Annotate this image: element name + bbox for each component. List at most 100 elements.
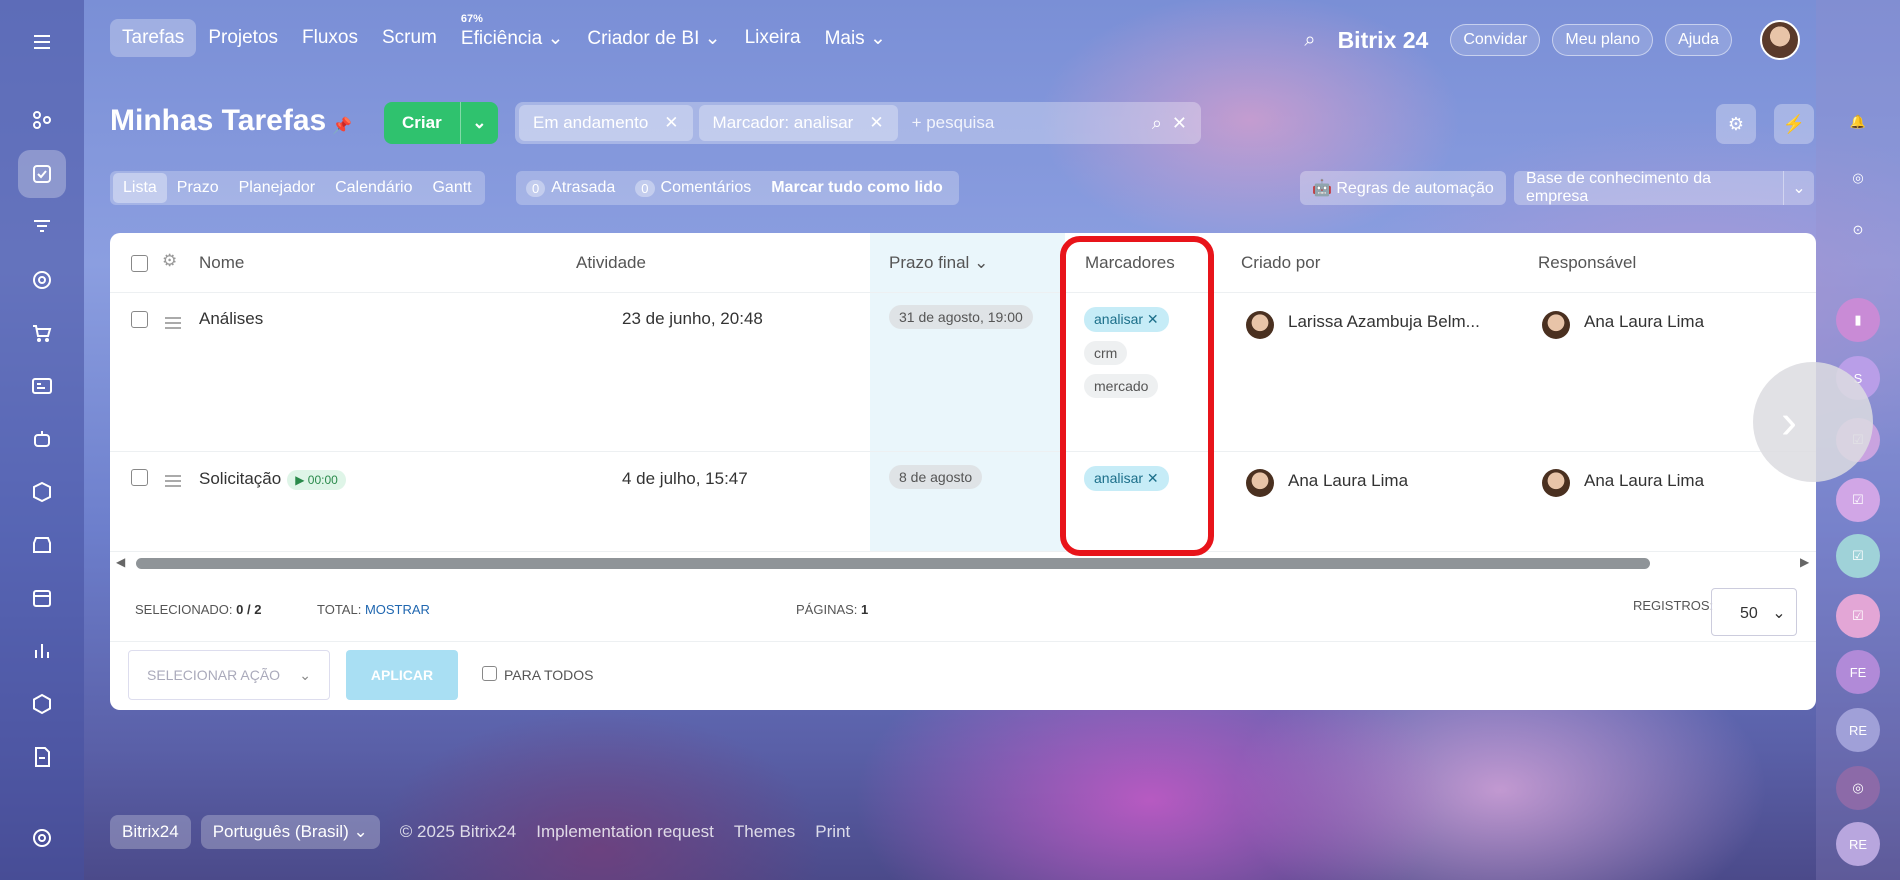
tab-efficiency[interactable]: 67% Eficiência ⌄ — [449, 13, 576, 58]
document-sign-icon[interactable] — [18, 733, 66, 781]
overdue-counter[interactable]: 0 Atrasada — [526, 179, 615, 197]
settings-icon[interactable] — [18, 814, 66, 862]
search-icon[interactable]: ⌕ — [1152, 113, 1162, 134]
creator-name[interactable]: Larissa Azambuja Belm... — [1288, 312, 1480, 332]
avatar[interactable] — [1542, 469, 1570, 497]
deadline-badge[interactable]: 31 de agosto, 19:00 — [889, 305, 1033, 329]
implementation-request-link[interactable]: Implementation request — [536, 822, 714, 842]
automation-rules-button[interactable]: 🤖 Regras de automação — [1300, 171, 1506, 205]
task-chat-icon[interactable]: ☑ — [1836, 534, 1880, 578]
my-plan-button[interactable]: Meu plano — [1552, 24, 1654, 56]
filter-search-bar[interactable]: Em andamento ✕ Marcador: analisar ✕ + pesq… — [515, 102, 1201, 144]
tab-gantt[interactable]: Gantt — [422, 173, 481, 203]
avatar-initials[interactable]: RE — [1836, 708, 1880, 752]
knowledge-base-button[interactable]: Base de conhecimento da empresa ⌄ — [1514, 170, 1814, 205]
cart-icon[interactable] — [18, 309, 66, 357]
box-icon[interactable] — [18, 468, 66, 516]
gear-icon[interactable]: ⚙ — [162, 251, 177, 271]
records-per-page-select[interactable]: 50 ⌄ — [1711, 588, 1797, 636]
timer-badge[interactable]: ▶ 00:00 — [287, 469, 346, 490]
tab-tasks[interactable]: Tarefas — [110, 19, 197, 57]
col-created-by[interactable]: Criado por — [1241, 253, 1320, 273]
hexagon-icon[interactable] — [18, 680, 66, 728]
tab-deadline[interactable]: Prazo — [167, 173, 229, 203]
bookmark-icon[interactable]: ▮ — [1836, 298, 1880, 342]
drag-handle-icon[interactable] — [165, 317, 181, 329]
tab-bi-builder[interactable]: Criador de BI ⌄ — [575, 19, 732, 58]
search-input[interactable]: + pesquisa — [912, 113, 1152, 133]
filter-chip[interactable]: Marcador: analisar ✕ — [698, 105, 898, 141]
row-checkbox[interactable] — [131, 469, 148, 486]
avatar-initials[interactable]: FE — [1836, 650, 1880, 694]
avatar[interactable] — [1542, 311, 1570, 339]
avatar[interactable] — [1246, 311, 1274, 339]
col-deadline[interactable]: Prazo final ⌄ — [889, 253, 988, 273]
tab-more[interactable]: Mais ⌄ — [813, 19, 898, 58]
col-responsible[interactable]: Responsável — [1538, 253, 1636, 273]
task-name[interactable]: Análises — [199, 309, 263, 329]
copilot-icon[interactable]: ◎ — [1836, 156, 1880, 200]
calendar-icon[interactable] — [18, 574, 66, 622]
mark-all-read-button[interactable]: Marcar tudo como lido — [771, 179, 943, 197]
invite-button[interactable]: Convidar — [1450, 24, 1541, 56]
apply-button[interactable]: APLICAR — [346, 650, 458, 700]
gear-icon[interactable]: ⚙ — [1716, 104, 1756, 144]
tab-planner[interactable]: Planejador — [229, 173, 326, 203]
feed-icon[interactable] — [18, 96, 66, 144]
task-name[interactable]: Solicitação ▶ 00:00 — [199, 469, 346, 490]
user-avatar[interactable] — [1760, 20, 1800, 60]
tab-scrum[interactable]: Scrum — [370, 19, 449, 57]
scroll-right-arrow[interactable]: › — [1753, 362, 1873, 482]
tab-flows[interactable]: Fluxos — [290, 19, 370, 57]
store-icon[interactable] — [18, 521, 66, 569]
help-button[interactable]: Ajuda — [1665, 24, 1732, 56]
deadline-badge[interactable]: 8 de agosto — [889, 465, 983, 489]
horizontal-scrollbar[interactable]: ◀ ▶ — [110, 552, 1816, 576]
chevron-down-icon[interactable]: ⌄ — [1784, 178, 1814, 198]
scrollbar-thumb[interactable] — [136, 558, 1650, 569]
close-icon[interactable]: ✕ — [1172, 113, 1187, 134]
responsible-name[interactable]: Ana Laura Lima — [1584, 471, 1704, 491]
scroll-left-icon[interactable]: ◀ — [116, 555, 125, 569]
language-select[interactable]: Português (Brasil) ⌄ — [200, 815, 380, 849]
tab-calendar[interactable]: Calendário — [325, 173, 422, 203]
tab-list[interactable]: Lista — [113, 173, 167, 203]
tab-trash[interactable]: Lixeira — [733, 19, 813, 57]
analytics-icon[interactable] — [18, 627, 66, 675]
chat-search-icon[interactable]: ⊙ — [1836, 208, 1880, 252]
col-activity[interactable]: Atividade — [576, 253, 646, 273]
task-chat-icon[interactable]: ☑ — [1836, 594, 1880, 638]
chevron-down-icon[interactable]: ⌄ — [461, 113, 498, 133]
filter-chip[interactable]: Em andamento ✕ — [519, 105, 693, 141]
robot-icon[interactable] — [18, 415, 66, 463]
pin-icon[interactable]: 📌 — [332, 116, 352, 136]
contact-card-icon[interactable] — [18, 362, 66, 410]
drag-handle-icon[interactable] — [165, 475, 181, 487]
row-checkbox[interactable] — [131, 311, 148, 328]
copilot-icon[interactable]: ◎ — [1836, 766, 1880, 810]
menu-icon[interactable] — [18, 18, 66, 66]
responsible-name[interactable]: Ana Laura Lima — [1584, 312, 1704, 332]
table-row[interactable]: Solicitação ▶ 00:00 4 de julho, 15:47 8 d… — [110, 452, 1816, 552]
search-icon[interactable]: ⌕ — [1304, 29, 1315, 52]
tasks-icon[interactable] — [18, 150, 66, 198]
comments-counter[interactable]: 0 Comentários — [635, 179, 751, 197]
for-all-checkbox[interactable] — [482, 666, 497, 681]
action-select[interactable]: SELECIONAR AÇÃO ⌄ — [128, 650, 330, 700]
target-icon[interactable] — [18, 256, 66, 304]
show-total-link[interactable]: MOSTRAR — [365, 602, 430, 617]
close-icon[interactable]: ✕ — [869, 113, 883, 132]
col-name[interactable]: Nome — [199, 253, 244, 273]
funnel-icon[interactable] — [18, 203, 66, 251]
create-button[interactable]: Criar ⌄ — [384, 102, 498, 144]
task-chat-icon[interactable]: ☑ — [1836, 478, 1880, 522]
lightning-icon[interactable]: ⚡ — [1774, 104, 1814, 144]
creator-name[interactable]: Ana Laura Lima — [1288, 471, 1408, 491]
themes-link[interactable]: Themes — [734, 822, 795, 842]
select-all-checkbox[interactable] — [131, 255, 148, 272]
bitrix-logo-button[interactable]: Bitrix24 — [110, 815, 191, 849]
print-link[interactable]: Print — [815, 822, 850, 842]
scroll-right-icon[interactable]: ▶ — [1800, 555, 1809, 569]
avatar-initials[interactable]: RE — [1836, 822, 1880, 866]
avatar[interactable] — [1246, 469, 1274, 497]
